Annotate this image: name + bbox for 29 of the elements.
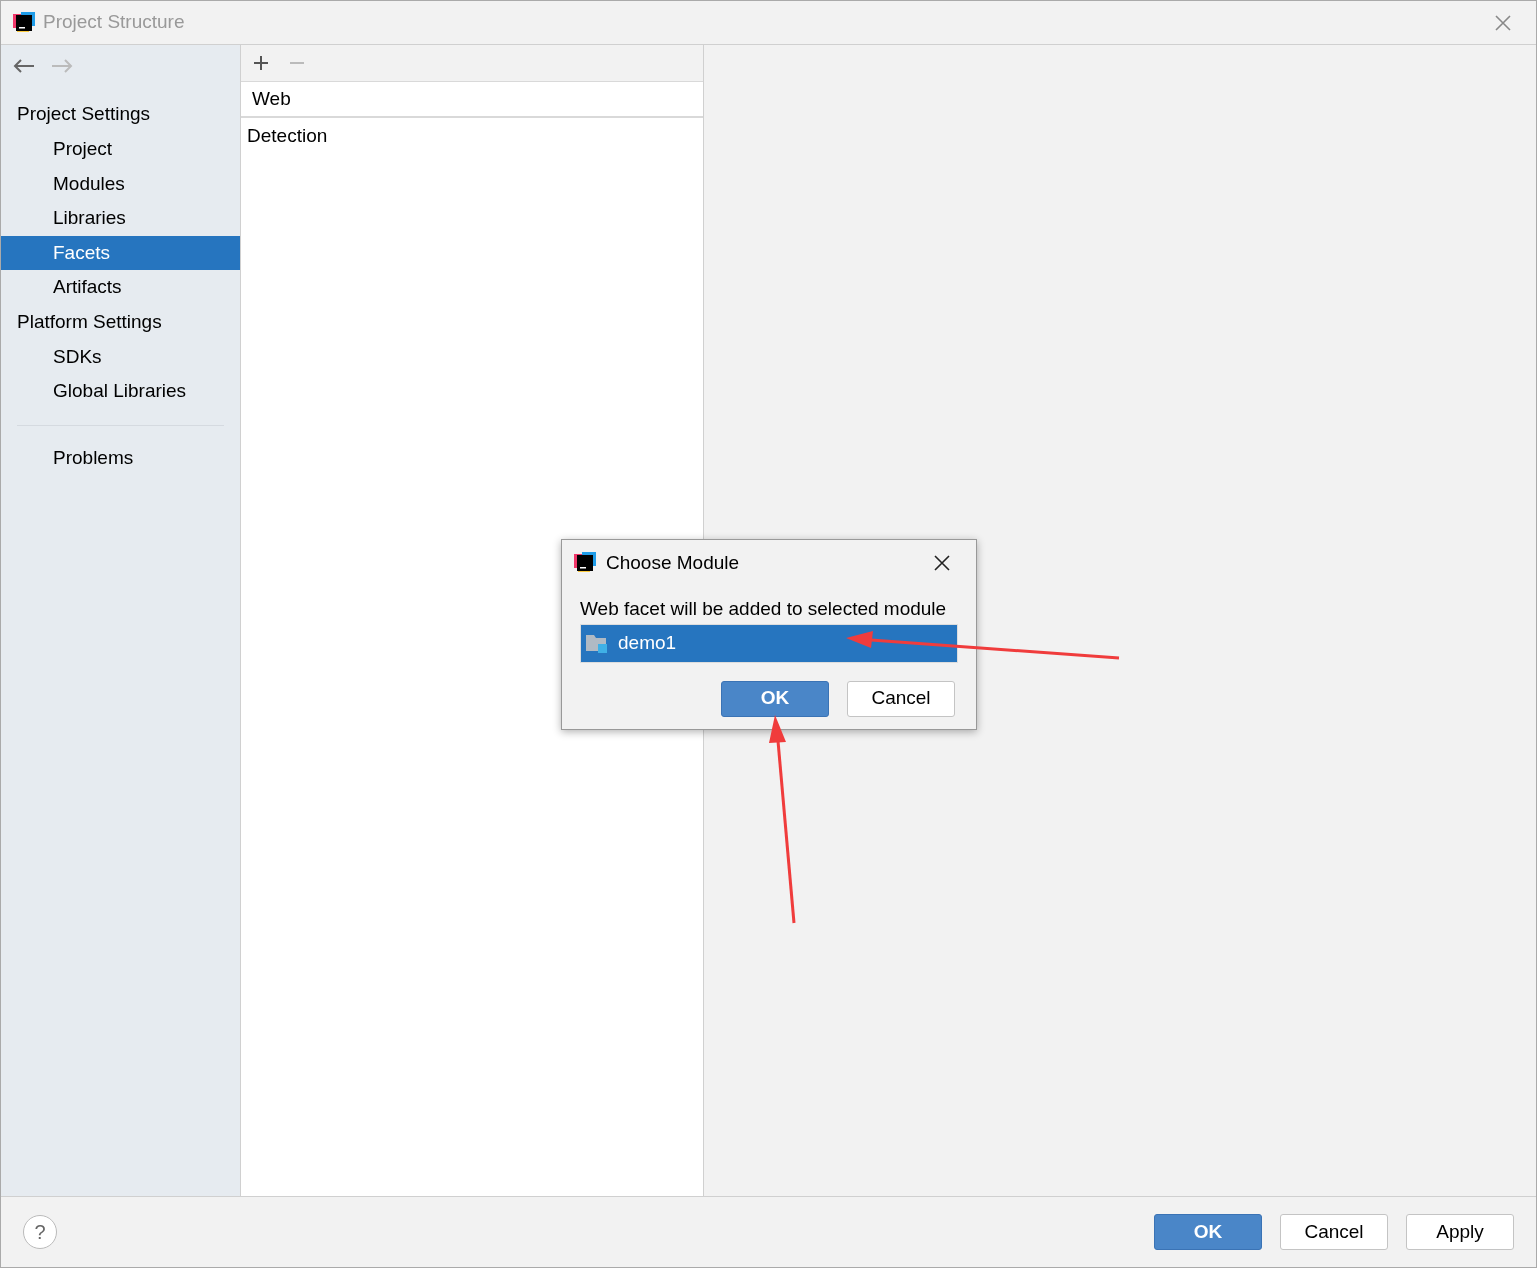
add-icon[interactable] (253, 55, 269, 71)
help-button[interactable]: ? (23, 1215, 57, 1249)
dialog-button[interactable]: OK (721, 680, 829, 717)
back-arrow-icon[interactable] (13, 58, 35, 74)
dialog-button[interactable]: Cancel (1280, 1214, 1388, 1250)
section-header: Platform Settings (16, 309, 163, 334)
sidebar-item[interactable]: Artifacts (1, 270, 240, 305)
module-folder-icon (586, 633, 608, 653)
module-item[interactable]: demo1 (581, 624, 957, 662)
sidebar-item[interactable]: Global Libraries (1, 374, 240, 409)
dialog-message: Web facet will be added to selected module (579, 597, 948, 621)
dialog-button[interactable]: Cancel (847, 680, 955, 717)
window-title: Project Structure (43, 10, 185, 35)
module-label: demo1 (618, 630, 677, 655)
facet-row[interactable]: Web (241, 82, 703, 118)
dialog-button[interactable]: OK (1154, 1214, 1262, 1250)
sidebar-item[interactable]: Problems (1, 441, 240, 476)
sidebar-item[interactable]: Project (1, 132, 240, 167)
app-logo-icon (13, 11, 35, 34)
close-icon[interactable] (934, 555, 950, 571)
section-header: Project Settings (16, 102, 152, 127)
facet-row[interactable]: Detection (241, 118, 703, 154)
dialog-button[interactable]: Apply (1406, 1214, 1514, 1250)
app-logo-icon (574, 552, 596, 574)
dialog-title: Choose Module (606, 550, 740, 575)
sidebar-item[interactable]: SDKs (1, 339, 240, 374)
sidebar-item[interactable]: Modules (1, 166, 240, 201)
sidebar-item[interactable]: Libraries (1, 201, 240, 236)
sidebar-item[interactable]: Facets (1, 235, 240, 270)
